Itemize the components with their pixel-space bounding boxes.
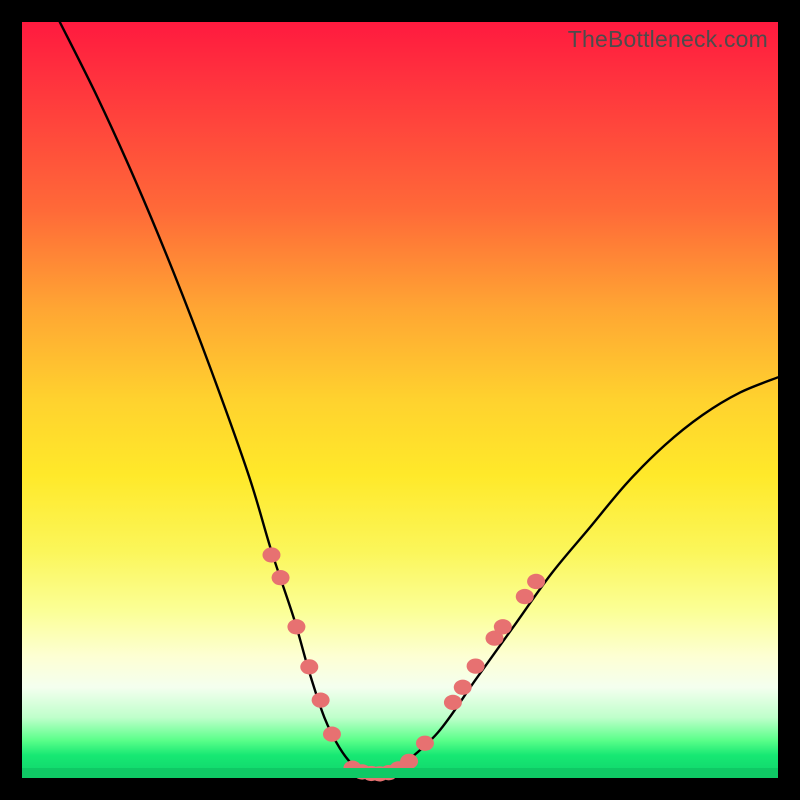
chart-marker [287,619,305,634]
chart-marker [312,692,330,707]
chart-marker [467,658,485,673]
chart-marker [516,589,534,604]
chart-marker [400,754,418,769]
chart-marker [416,736,434,751]
chart-marker [262,547,280,562]
bottleneck-curve [60,22,778,775]
chart-marker [454,680,472,695]
chart-marker [343,761,361,776]
chart-marker [272,570,290,585]
chart-marker [380,765,398,780]
chart-frame: TheBottleneck.com [0,0,800,800]
chart-marker [527,574,545,589]
chart-marker [323,727,341,742]
chart-marker [494,619,512,634]
chart-marker [300,659,318,674]
chart-marker [444,695,462,710]
chart-markers [262,547,545,781]
chart-plot-area: TheBottleneck.com [22,22,778,778]
chart-svg [22,22,778,778]
